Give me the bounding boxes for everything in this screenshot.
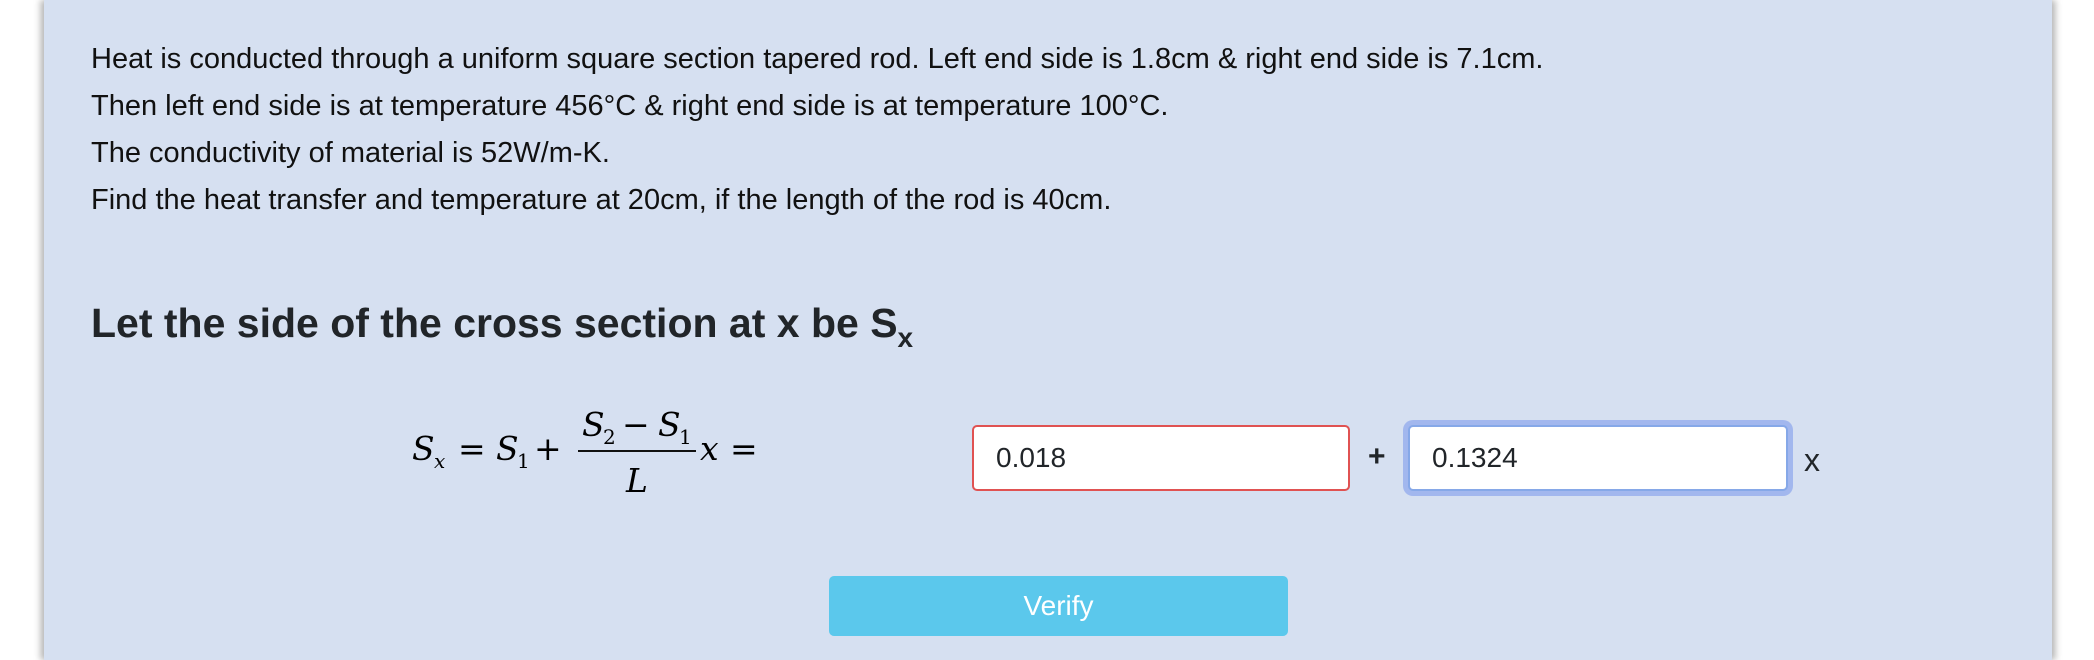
x-variable-label: x: [1804, 442, 1820, 478]
formula-num-b: S: [658, 408, 681, 444]
formula-num-b-sub: 1: [679, 425, 692, 449]
formula-var: x: [700, 429, 719, 468]
problem-line-4: Find the heat transfer and temperature a…: [91, 184, 1112, 216]
problem-statement: Heat is conducted through a uniform squa…: [91, 36, 1543, 224]
formula-lhs: S: [412, 429, 435, 468]
problem-line-1: Heat is conducted through a uniform squa…: [91, 43, 1544, 75]
formula-eq2: =: [730, 429, 758, 468]
verify-button[interactable]: Verify: [829, 576, 1288, 636]
section-heading-text: Let the side of the cross section at x b…: [91, 300, 898, 346]
formula-num-a: S: [582, 408, 605, 444]
formula-s1-sub: 1: [517, 449, 530, 473]
formula-plus: +: [534, 429, 562, 468]
plus-operator: +: [1368, 440, 1386, 473]
second-coefficient-input[interactable]: 0.1324: [1408, 425, 1788, 491]
formula-minus: −: [622, 408, 650, 444]
formula-s1: S: [496, 429, 519, 468]
problem-line-2: Then left end side is at temperature 456…: [91, 90, 1169, 122]
section-heading: Let the side of the cross section at x b…: [91, 300, 913, 354]
first-coefficient-input[interactable]: 0.018: [972, 425, 1350, 491]
problem-line-3: The conductivity of material is 52W/m-K.: [91, 137, 610, 169]
formula: S x = S 1 + S 2 − S 1 L x =: [412, 408, 758, 500]
section-heading-subscript: x: [897, 322, 914, 353]
formula-lhs-sub: x: [434, 449, 445, 473]
formula-den: L: [625, 461, 648, 500]
formula-num-a-sub: 2: [603, 425, 616, 449]
formula-eq: =: [458, 429, 486, 468]
